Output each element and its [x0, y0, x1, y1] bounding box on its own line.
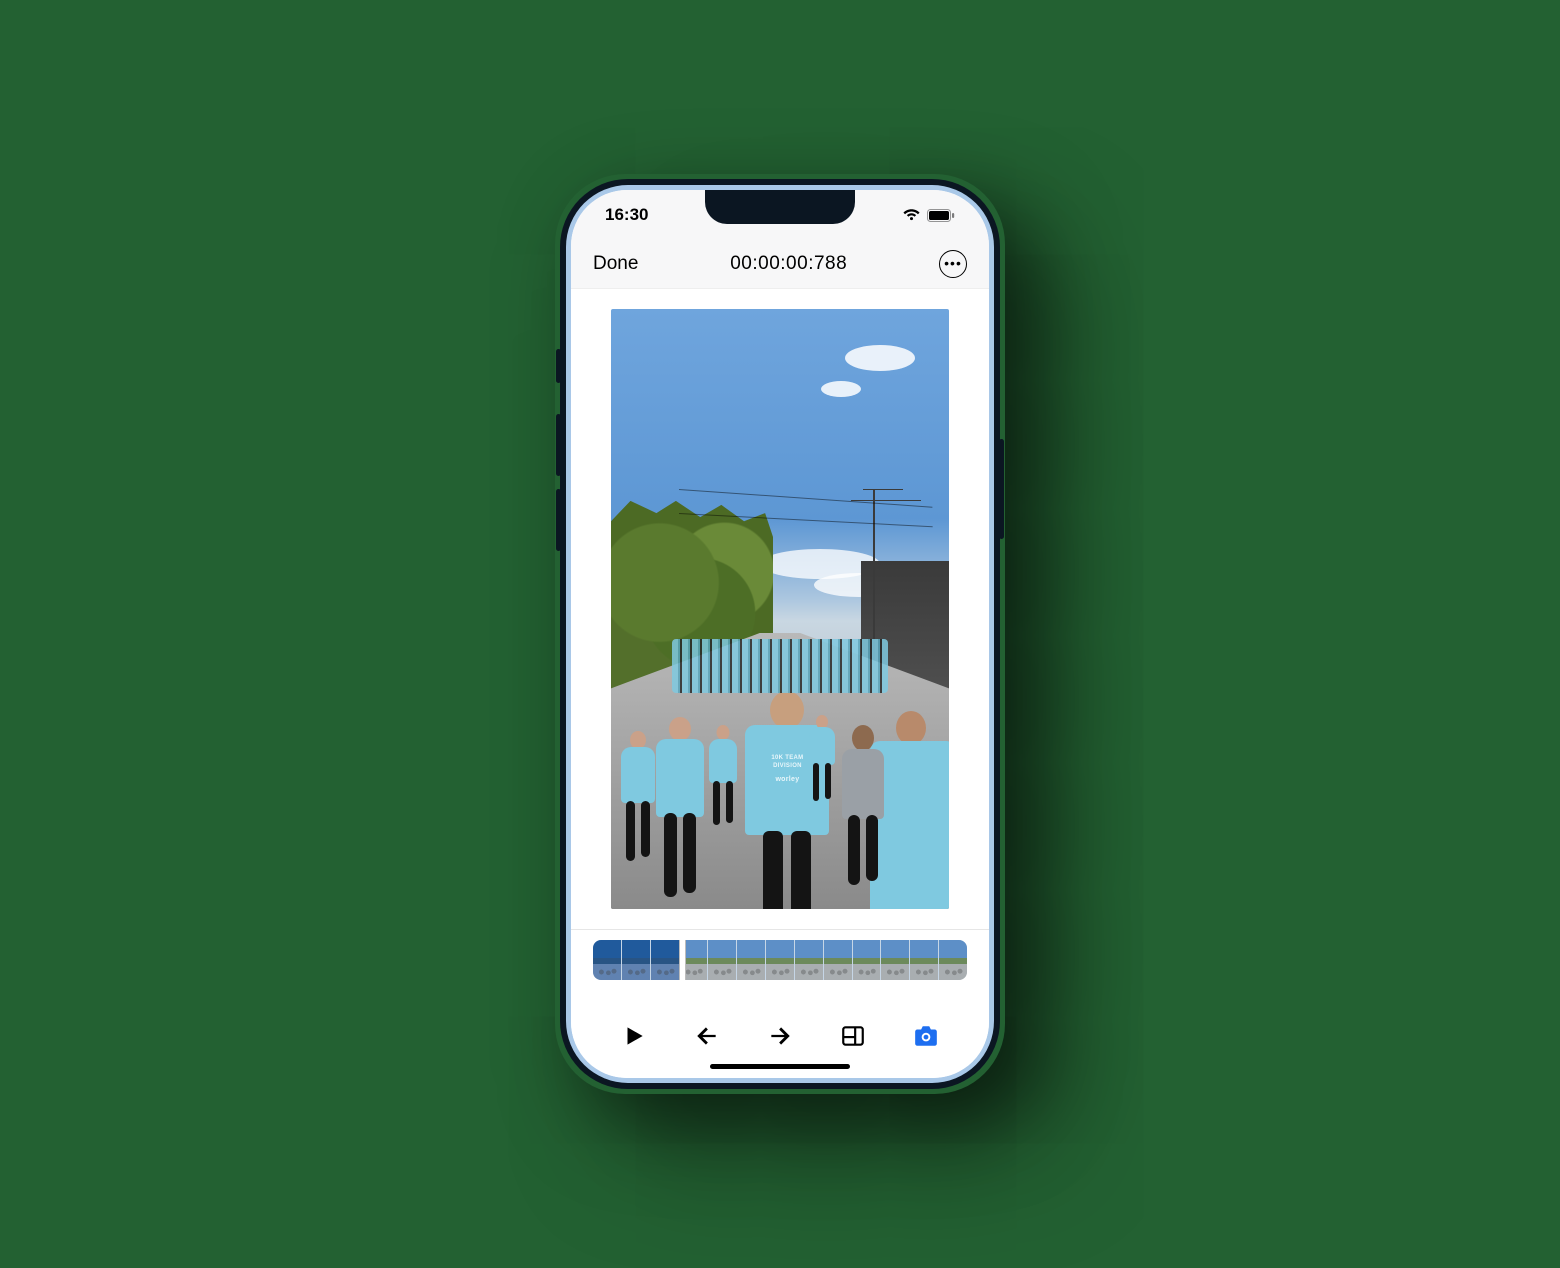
- camera-icon: [913, 1023, 939, 1049]
- wifi-icon: [902, 208, 921, 222]
- preview-area: 10K TEAM DIVISION worley: [571, 289, 989, 929]
- capture-frame-button[interactable]: [906, 1016, 946, 1056]
- timeline-thumbnail[interactable]: [651, 940, 679, 980]
- runner-mid-1: [706, 725, 740, 825]
- runner-left-1: [652, 717, 708, 897]
- phone-volume-down: [556, 489, 561, 551]
- timeline-strip: [571, 929, 989, 1000]
- timeline-thumbnail[interactable]: [824, 940, 852, 980]
- video-frame-preview[interactable]: 10K TEAM DIVISION worley: [611, 309, 949, 910]
- crowd-distant: [672, 639, 888, 693]
- phone-volume-up: [556, 414, 561, 476]
- cloud-1: [845, 345, 915, 371]
- cloud-2: [821, 381, 861, 397]
- phone-frame: 16:30 Done 00:00:00:788 •••: [560, 179, 1000, 1089]
- done-button[interactable]: Done: [593, 253, 638, 275]
- step-forward-button[interactable]: [760, 1016, 800, 1056]
- timeline-thumbnail[interactable]: [766, 940, 794, 980]
- arrow-right-icon: [767, 1023, 793, 1049]
- timeline-thumbnail[interactable]: [853, 940, 881, 980]
- playhead[interactable]: [679, 940, 686, 980]
- play-button[interactable]: [614, 1016, 654, 1056]
- arrow-left-icon: [694, 1023, 720, 1049]
- phone-notch: [705, 190, 855, 224]
- runner-right-2: [838, 725, 888, 885]
- power-line-1: [679, 489, 932, 508]
- nav-bar: Done 00:00:00:788 •••: [571, 240, 989, 289]
- timeline-thumbnail[interactable]: [939, 940, 967, 980]
- timeline-scrubber[interactable]: [593, 940, 967, 980]
- timeline-thumbnail[interactable]: [881, 940, 909, 980]
- phone-bezel: 16:30 Done 00:00:00:788 •••: [566, 185, 994, 1083]
- play-icon: [621, 1023, 647, 1049]
- more-options-button[interactable]: •••: [939, 250, 967, 278]
- timeline-thumbnail[interactable]: [593, 940, 621, 980]
- compare-button[interactable]: [833, 1016, 873, 1056]
- timeline-thumbnail[interactable]: [737, 940, 765, 980]
- home-indicator[interactable]: [710, 1064, 850, 1069]
- phone-screen: 16:30 Done 00:00:00:788 •••: [571, 190, 989, 1078]
- timeline-thumbnail[interactable]: [622, 940, 650, 980]
- timecode-display: 00:00:00:788: [730, 253, 847, 275]
- runner-left-2: [618, 731, 658, 861]
- timeline-thumbnail[interactable]: [708, 940, 736, 980]
- runner-mid-2: [807, 715, 837, 801]
- phone-power-button: [999, 439, 1004, 539]
- status-time: 16:30: [605, 205, 648, 225]
- phone-silence-switch: [556, 349, 561, 383]
- compare-icon: [840, 1023, 866, 1049]
- timeline-thumbnail[interactable]: [910, 940, 938, 980]
- step-back-button[interactable]: [687, 1016, 727, 1056]
- timeline-thumbnail[interactable]: [795, 940, 823, 980]
- battery-icon: [927, 209, 955, 222]
- status-indicators: [902, 208, 955, 222]
